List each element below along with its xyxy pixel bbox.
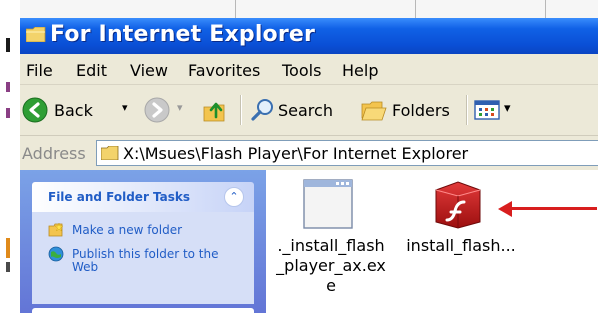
task-pane: File and Folder Tasks ⌃ Make a new folde… — [20, 170, 266, 313]
toolbar-separator — [240, 95, 242, 125]
address-bar: Address X:\Msues\Flash Player\For Intern… — [20, 137, 598, 169]
window-title: For Internet Explorer — [50, 22, 316, 47]
up-folder-button[interactable] — [200, 95, 230, 125]
file-item-install-flash-player-ax[interactable]: ._install_flash _player_ax.ex e — [266, 170, 396, 313]
annotation-arrow-icon — [498, 201, 512, 217]
standard-toolbar: Back ▾ ▾ Search Folders ▾ — [20, 85, 598, 136]
folders-label: Folders — [392, 101, 450, 120]
views-button[interactable]: ▾ — [474, 95, 522, 125]
folders-icon — [361, 101, 387, 121]
background-text-fragment — [6, 262, 10, 272]
application-window-icon — [303, 179, 353, 229]
search-magnifier-icon — [251, 99, 273, 121]
background-window-strip — [0, 0, 20, 313]
background-text-fragment — [6, 38, 10, 52]
menu-help[interactable]: Help — [342, 61, 378, 80]
menu-file[interactable]: File — [26, 61, 53, 80]
menu-edit[interactable]: Edit — [76, 61, 107, 80]
dropdown-arrow-icon: ▾ — [177, 101, 183, 114]
back-label: Back — [54, 101, 93, 120]
dropdown-arrow-icon: ▾ — [504, 101, 511, 116]
address-path: X:\Msues\Flash Player\For Internet Explo… — [123, 144, 469, 163]
file-name-label: install_flash... — [406, 236, 516, 255]
file-list-area: ._install_flash _player_ax.ex e install_… — [266, 170, 598, 313]
forward-arrow-icon — [144, 97, 170, 123]
publish-web-icon — [48, 246, 64, 262]
publish-folder-web-link[interactable]: Publish this folder to the Web — [72, 248, 219, 274]
up-folder-icon — [203, 102, 225, 122]
background-text-fragment — [6, 108, 10, 118]
task-panel-title: File and Folder Tasks — [48, 190, 191, 204]
folder-icon — [26, 27, 46, 42]
search-button[interactable]: Search — [248, 95, 354, 125]
task-panel-header[interactable]: File and Folder Tasks ⌃ — [32, 182, 254, 212]
file-name-label: ._install_flash _player_ax.ex e — [276, 236, 386, 295]
menu-bar: File Edit View Favorites Tools Help — [20, 56, 598, 85]
dropdown-arrow-icon: ▾ — [122, 101, 128, 114]
other-places-panel-edge — [32, 308, 254, 313]
folders-button[interactable]: Folders — [360, 95, 460, 125]
collapse-chevron-icon[interactable]: ⌃ — [224, 187, 244, 207]
menu-favorites[interactable]: Favorites — [188, 61, 260, 80]
back-arrow-icon — [22, 97, 48, 123]
address-label: Address — [22, 144, 86, 163]
task-panel-body: Make a new folder Publish this folder to… — [32, 212, 254, 304]
background-text-fragment — [6, 82, 10, 92]
views-grid-icon — [474, 100, 500, 120]
make-new-folder-link[interactable]: Make a new folder — [72, 224, 182, 237]
menu-view[interactable]: View — [130, 61, 168, 80]
menu-tools[interactable]: Tools — [282, 61, 321, 80]
folder-icon — [101, 146, 119, 160]
background-text-fragment — [6, 238, 10, 258]
window-top-edge — [20, 0, 598, 18]
new-folder-icon — [48, 222, 64, 237]
file-item-install-flash[interactable]: install_flash... — [396, 170, 526, 270]
title-bar[interactable]: For Internet Explorer — [20, 18, 598, 54]
toolbar-separator — [466, 95, 468, 125]
forward-button[interactable]: ▾ — [144, 95, 196, 125]
flash-installer-icon — [435, 181, 481, 229]
explorer-window: For Internet Explorer File Edit View Fav… — [20, 0, 598, 313]
back-button[interactable]: Back ▾ — [22, 95, 142, 125]
file-folder-tasks-panel: File and Folder Tasks ⌃ Make a new folde… — [32, 182, 254, 304]
search-label: Search — [278, 101, 333, 120]
annotation-arrow-line — [507, 207, 597, 210]
address-input[interactable]: X:\Msues\Flash Player\For Internet Explo… — [96, 140, 598, 166]
